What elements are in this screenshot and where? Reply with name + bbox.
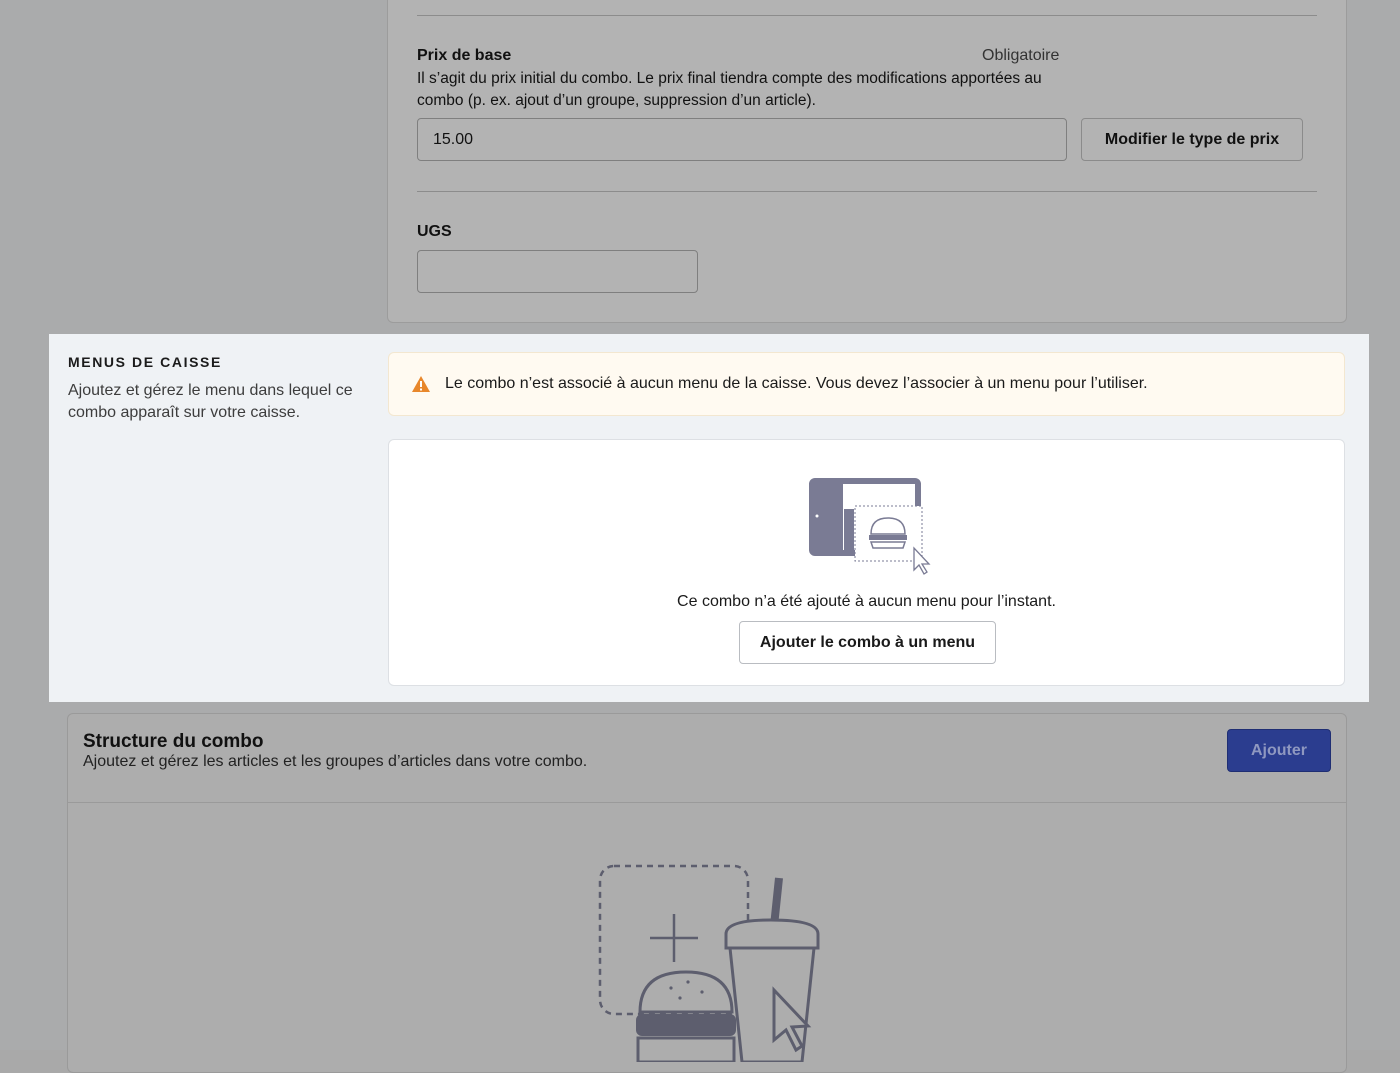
section-description: Ajoutez et gérez le menu dans lequel ce … [68, 382, 353, 421]
combo-structure-title: Structure du combo [83, 731, 264, 752]
alert-text: Le combo n’est associé à aucun menu de l… [445, 375, 1148, 392]
base-price-description: Il s’agit du prix initial du combo. Le p… [417, 70, 1042, 109]
card-header: Structure du combo Ajoutez et gérez les … [68, 714, 1346, 803]
base-price-input[interactable]: 15.00 [417, 118, 1067, 161]
section-title: MENUS DE CAISSE [68, 354, 222, 370]
empty-state-text: Ce combo n’a été ajouté à aucun menu pou… [677, 593, 1056, 610]
empty-state-card: Ce combo n’a été ajouté à aucun menu pou… [388, 439, 1345, 686]
change-price-type-button[interactable]: Modifier le type de prix [1081, 118, 1303, 161]
sku-input[interactable] [417, 250, 698, 293]
divider [417, 191, 1317, 192]
base-price-title: Prix de base [417, 47, 512, 64]
price-sku-card: Prix de base Obligatoire Il s’agit du pr… [387, 0, 1347, 323]
warning-icon [412, 376, 430, 392]
burger-drink-illustration [598, 864, 820, 1062]
sku-title: UGS [417, 223, 452, 240]
add-button[interactable]: Ajouter [1227, 729, 1331, 772]
add-combo-to-menu-button[interactable]: Ajouter le combo à un menu [739, 621, 996, 664]
divider [417, 15, 1317, 16]
required-label: Obligatoire [982, 47, 1060, 64]
combo-structure-card: Structure du combo Ajoutez et gérez les … [67, 713, 1347, 1073]
warning-alert: Le combo n’est associé à aucun menu de l… [388, 352, 1345, 416]
pos-menus-section: MENUS DE CAISSE Ajoutez et gérez le menu… [49, 334, 1369, 702]
combo-structure-description: Ajoutez et gérez les articles et les gro… [83, 753, 588, 770]
tablet-burger-illustration [809, 478, 931, 575]
